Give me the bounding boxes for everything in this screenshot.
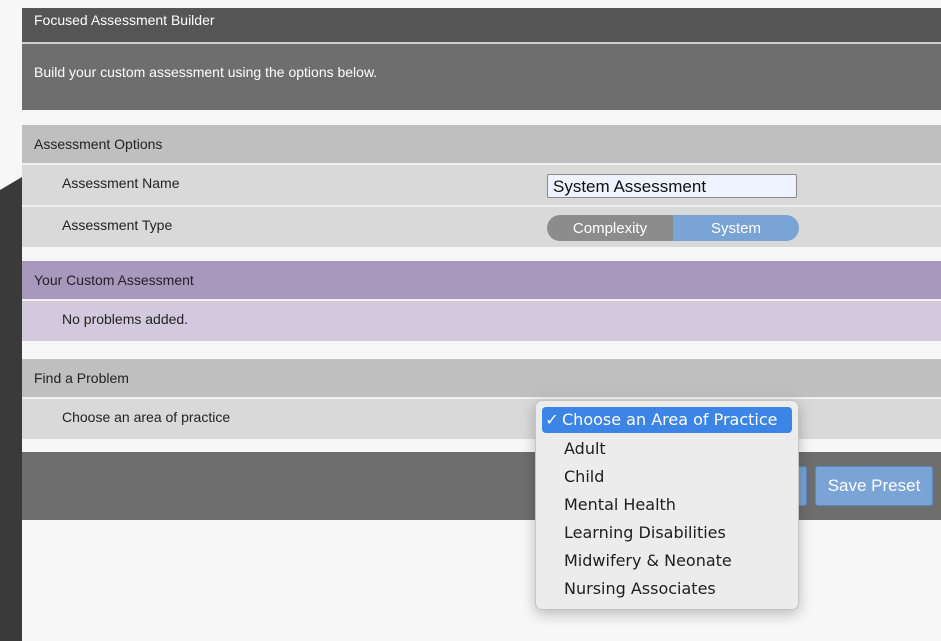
menu-item-label: Choose an Area of Practice xyxy=(562,410,778,429)
assessment-name-input[interactable] xyxy=(547,174,797,198)
menu-item-choose[interactable]: ✓ Choose an Area of Practice xyxy=(542,407,792,433)
custom-assessment-header: Your Custom Assessment xyxy=(22,261,941,299)
page-title: Focused Assessment Builder xyxy=(22,8,941,42)
assessment-options-header: Assessment Options xyxy=(22,125,941,163)
assessment-type-toggle[interactable]: Complexity System xyxy=(547,215,799,241)
assessment-type-row: Assessment Type xyxy=(22,207,941,247)
assessment-type-label: Assessment Type xyxy=(62,217,173,233)
menu-item-child[interactable]: Child xyxy=(542,464,792,490)
menu-item-adult[interactable]: Adult xyxy=(542,436,792,462)
type-option-system[interactable]: System xyxy=(673,215,799,241)
sidebar-background xyxy=(0,177,22,641)
assessment-name-label: Assessment Name xyxy=(62,175,180,191)
intro-text: Build your custom assessment using the o… xyxy=(22,44,941,110)
checkmark-icon: ✓ xyxy=(545,410,559,429)
menu-item-nursing-associates[interactable]: Nursing Associates xyxy=(542,576,792,602)
type-option-complexity[interactable]: Complexity xyxy=(547,215,673,241)
no-problems-text: No problems added. xyxy=(62,311,189,327)
menu-item-mental-health[interactable]: Mental Health xyxy=(542,492,792,518)
menu-item-learning-disabilities[interactable]: Learning Disabilities xyxy=(542,520,792,546)
area-of-practice-row: Choose an area of practice xyxy=(22,399,941,439)
assessment-builder-panel: Focused Assessment Builder Build your cu… xyxy=(22,0,941,641)
area-of-practice-dropdown-menu[interactable]: ✓ Choose an Area of Practice Adult Child … xyxy=(535,400,799,610)
menu-item-midwifery-neonate[interactable]: Midwifery & Neonate xyxy=(542,548,792,574)
custom-assessment-empty-row: No problems added. xyxy=(22,301,941,341)
assessment-name-row: Assessment Name xyxy=(22,165,941,205)
save-preset-button[interactable]: Save Preset xyxy=(815,466,933,506)
find-problem-header: Find a Problem xyxy=(22,359,941,397)
area-of-practice-label: Choose an area of practice xyxy=(62,409,231,425)
